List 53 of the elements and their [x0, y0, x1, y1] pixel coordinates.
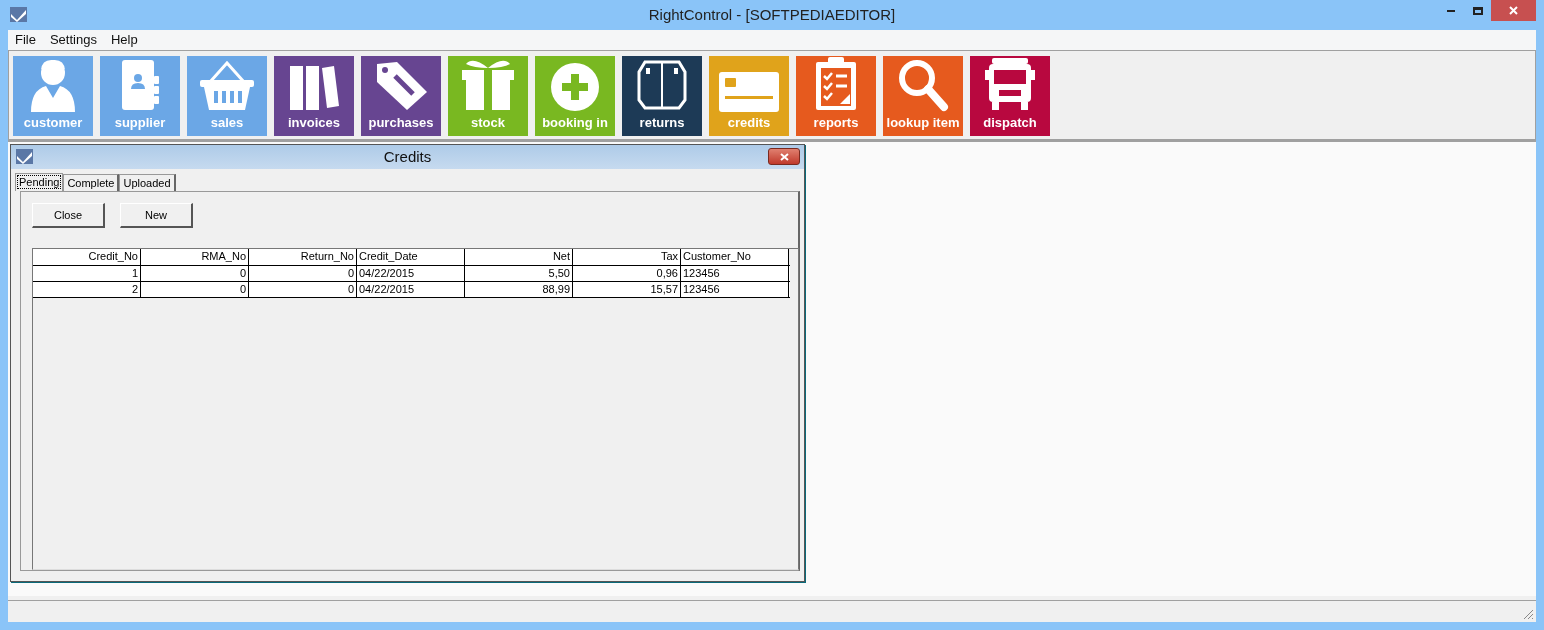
resize-grip-icon — [1523, 609, 1534, 620]
table-cell: 1 — [33, 266, 141, 281]
menu-item[interactable]: Settings — [49, 30, 97, 50]
clipboard-checklist-icon — [814, 56, 858, 112]
column-header[interactable]: Return_No — [249, 249, 357, 265]
window-title: RightControl - [SOFTPEDIAEDITOR] — [648, 4, 896, 25]
contact-book-icon — [120, 58, 160, 112]
column-header[interactable]: Credit_Date — [357, 249, 465, 265]
table-cell: 0 — [249, 266, 357, 281]
table-cell: 04/22/2015 — [357, 282, 465, 297]
table-cell: 0,96 — [573, 266, 681, 281]
window-title: Credits — [383, 146, 432, 167]
table-cell: 0 — [249, 282, 357, 297]
action-button[interactable]: New — [120, 203, 193, 228]
column-header[interactable]: Tax — [573, 249, 681, 265]
tab[interactable]: Pending — [15, 173, 64, 191]
toolbar-button[interactable]: dispatch — [970, 56, 1050, 136]
search-icon — [897, 58, 949, 112]
basket-icon — [198, 60, 256, 112]
action-button[interactable]: Close — [32, 203, 105, 228]
menu-item[interactable]: Help — [110, 30, 138, 50]
credit-card-icon — [719, 72, 779, 112]
books-icon — [288, 64, 340, 112]
close-button[interactable] — [768, 148, 800, 165]
truck-icon — [985, 56, 1035, 112]
tab[interactable]: Complete — [63, 174, 120, 191]
table-cell: 2 — [33, 282, 141, 297]
table-cell: 0 — [141, 266, 249, 281]
app-logo-icon — [16, 149, 33, 164]
table-cell: 88,99 — [465, 282, 573, 297]
app-logo-icon — [10, 7, 27, 22]
close-icon — [1509, 6, 1518, 15]
close-icon — [779, 152, 789, 161]
table-cell: 15,57 — [573, 282, 681, 297]
tab[interactable]: Uploaded — [119, 174, 176, 191]
box-icon — [637, 58, 687, 112]
column-header[interactable]: Net — [465, 249, 573, 265]
toolbar-button[interactable]: lookup item — [883, 56, 963, 136]
table-cell: 123456 — [681, 266, 789, 281]
table-cell: 0 — [141, 282, 249, 297]
column-header[interactable]: Customer_No — [681, 249, 789, 265]
toolbar-button[interactable]: invoices — [274, 56, 354, 136]
toolbar-button[interactable]: purchases — [361, 56, 441, 136]
plus-circle-icon — [550, 62, 600, 112]
table-cell: 123456 — [681, 282, 789, 297]
column-header[interactable]: Credit_No — [33, 249, 141, 265]
menu-item[interactable]: File — [15, 30, 36, 50]
table-cell: 5,50 — [465, 266, 573, 281]
toolbar-button[interactable]: returns — [622, 56, 702, 136]
table-cell: 04/22/2015 — [357, 266, 465, 281]
person-icon — [28, 58, 78, 112]
column-header[interactable]: RMA_No — [141, 249, 249, 265]
toolbar-button[interactable]: reports — [796, 56, 876, 136]
